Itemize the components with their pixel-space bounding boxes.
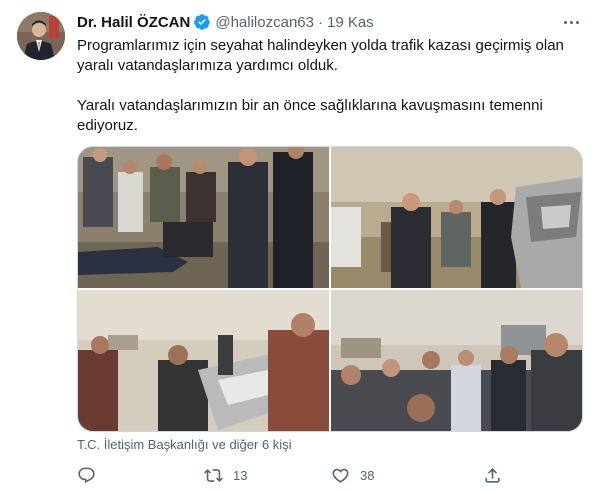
tweet-timestamp[interactable]: 19 Kas [327, 14, 374, 31]
tweet-header: Dr. Halil ÖZCAN @halilozcan63 · 19 Kas [77, 12, 374, 32]
reply-icon [77, 466, 96, 485]
retweet-icon [204, 466, 223, 485]
retweet-button[interactable]: 13 [204, 464, 247, 486]
verified-badge-icon [193, 13, 211, 31]
more-options-icon[interactable] [561, 12, 581, 32]
share-icon [483, 466, 502, 485]
photo-4[interactable] [331, 290, 582, 431]
like-button[interactable]: 38 [331, 464, 374, 486]
author-handle[interactable]: @halilozcan63 [215, 14, 314, 31]
author-name[interactable]: Dr. Halil ÖZCAN [77, 14, 190, 31]
tagged-users[interactable]: T.C. İletişim Başkanlığı ve diğer 6 kişi [77, 437, 292, 452]
heart-icon [331, 466, 350, 485]
like-count: 38 [360, 467, 375, 483]
tweet-paragraph-1: Programlarımız için seyahat halindeyken … [77, 37, 564, 74]
tweet-paragraph-2: Yaralı vatandaşlarımızın bir an önce sağ… [77, 97, 543, 134]
photo-3[interactable] [78, 290, 329, 431]
avatar[interactable] [17, 12, 65, 60]
media-grid [77, 146, 583, 432]
tweet-text: Programlarımız için seyahat halindeyken … [77, 36, 577, 136]
photo-2[interactable] [331, 147, 582, 288]
tweet-actions: 13 38 [77, 464, 517, 486]
share-button[interactable] [483, 464, 502, 486]
photo-1[interactable] [78, 147, 329, 288]
retweet-count: 13 [233, 467, 248, 483]
reply-button[interactable] [77, 464, 106, 486]
tweet[interactable]: Dr. Halil ÖZCAN @halilozcan63 · 19 Kas P… [0, 0, 595, 491]
separator-dot: · [317, 13, 323, 31]
